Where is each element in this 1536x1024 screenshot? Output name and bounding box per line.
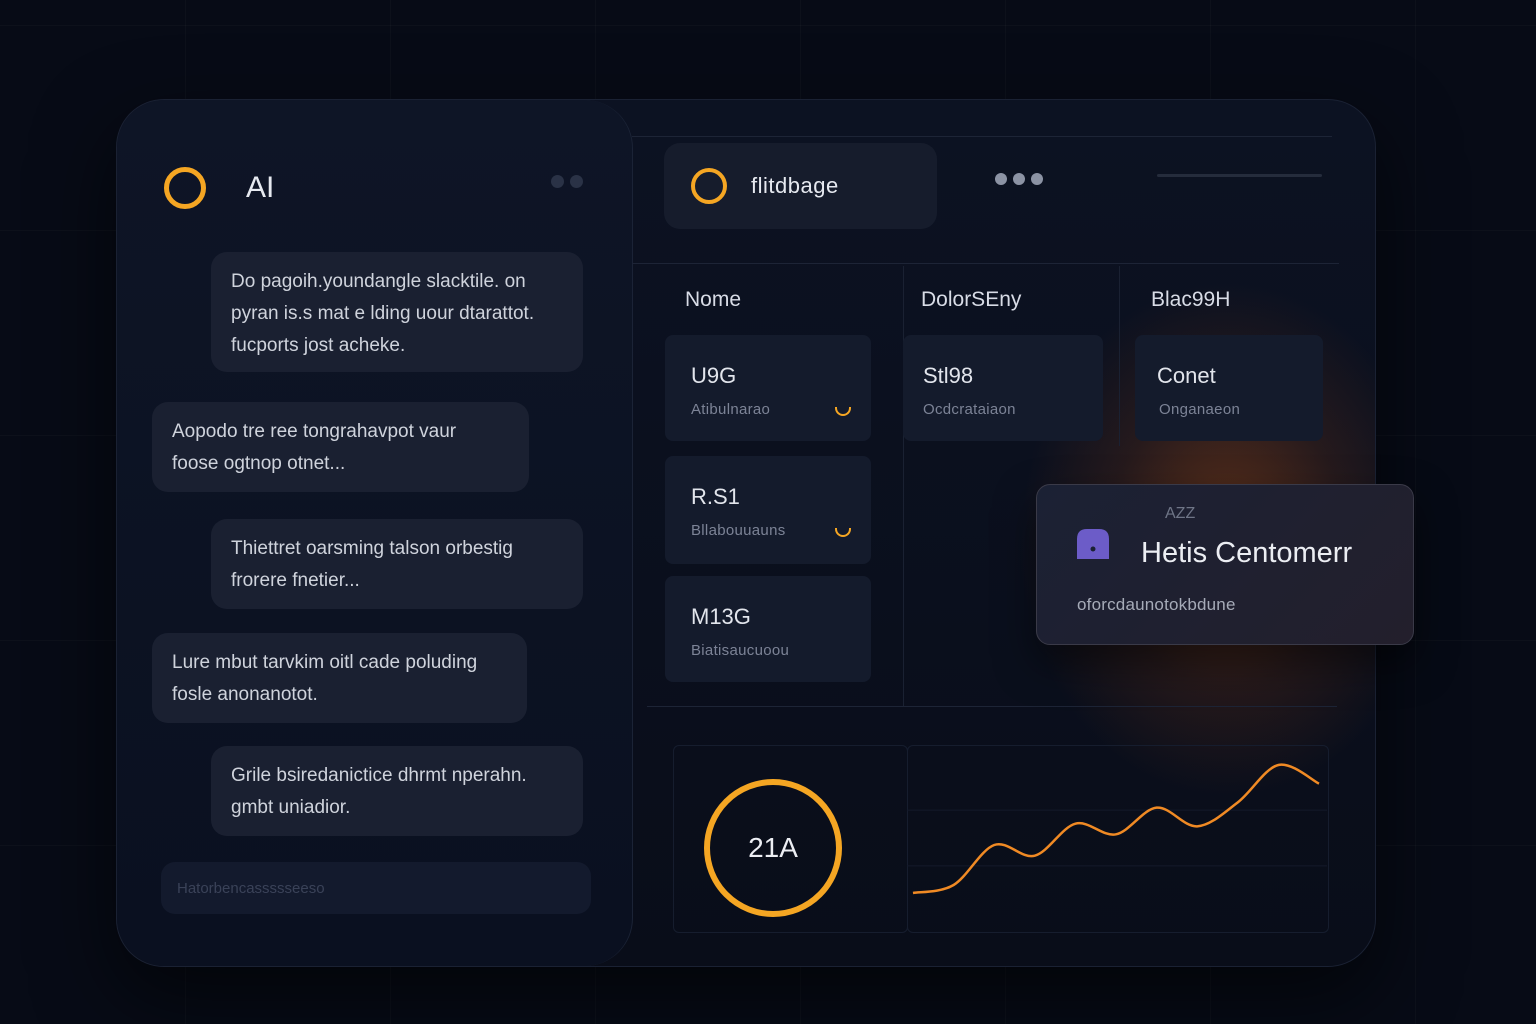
chart-series-line bbox=[912, 763, 1320, 895]
divider bbox=[647, 706, 1337, 707]
card-value: Stl98 bbox=[923, 363, 974, 388]
data-card[interactable]: R.S1 Bllabouuauns bbox=[665, 456, 871, 564]
tab-active[interactable]: flitdbage bbox=[664, 143, 937, 229]
chat-input[interactable]: Hatorbencassssseeso bbox=[161, 862, 591, 914]
popup-header: AZZ bbox=[1165, 505, 1196, 522]
chat-title: AI bbox=[246, 171, 275, 204]
column-header[interactable]: Nome bbox=[685, 288, 741, 312]
divider bbox=[632, 136, 1332, 137]
ring-icon bbox=[691, 168, 727, 204]
divider bbox=[903, 266, 904, 706]
divider bbox=[1119, 266, 1120, 446]
tab-indicator bbox=[1157, 174, 1322, 177]
chat-panel: AI Do pagoih.youndangle slacktile. on py… bbox=[117, 100, 633, 966]
chat-message: Lure mbut tarvkim oitl cade poluding fos… bbox=[152, 633, 527, 723]
line-chart bbox=[907, 763, 1327, 895]
chat-message: Thiettret oarsming talson orbestig frore… bbox=[211, 519, 583, 609]
card-subtitle: Ocdcrataiaon bbox=[923, 401, 1016, 418]
card-subtitle: Biatisaucuoou bbox=[691, 642, 790, 659]
chat-message: Grile bsiredanictice dhrmt nperahn. gmbt… bbox=[211, 746, 583, 836]
column-header[interactable]: DolorSEny bbox=[921, 288, 1021, 312]
data-card[interactable]: Stl98 Ocdcrataiaon bbox=[903, 335, 1103, 441]
card-subtitle: Bllabouuauns bbox=[691, 522, 786, 539]
column-header[interactable]: Blac99H bbox=[1151, 288, 1230, 312]
card-value: R.S1 bbox=[691, 484, 740, 509]
card-subtitle: Onganaeon bbox=[1159, 401, 1241, 418]
popup-subtitle: oforcdaunotokbdune bbox=[1077, 595, 1236, 614]
popup-card[interactable]: AZZ Hetis Centomerr oforcdaunotokbdune bbox=[1036, 484, 1414, 645]
ring-logo-icon bbox=[164, 167, 206, 209]
chat-message: Do pagoih.youndangle slacktile. on pyran… bbox=[211, 252, 583, 372]
status-mark-icon bbox=[835, 407, 851, 416]
metric-value: 21A bbox=[748, 832, 798, 863]
card-subtitle: Atibulnarao bbox=[691, 401, 771, 418]
card-value: Conet bbox=[1157, 363, 1216, 388]
status-mark-icon bbox=[835, 528, 851, 537]
chat-header: AI bbox=[164, 160, 274, 216]
user-icon bbox=[1077, 529, 1109, 559]
data-card[interactable]: U9G Atibulnarao bbox=[665, 335, 871, 441]
data-card[interactable]: M13G Biatisaucuoou bbox=[665, 576, 871, 682]
data-card[interactable]: Conet Onganaeon bbox=[1135, 335, 1323, 441]
card-value: U9G bbox=[691, 363, 737, 388]
more-options-icon[interactable] bbox=[551, 175, 583, 188]
tab-label: flitdbage bbox=[751, 173, 839, 198]
metric-ring: 21A bbox=[704, 779, 842, 917]
more-tabs-icon[interactable] bbox=[995, 173, 1043, 185]
divider bbox=[632, 263, 1339, 264]
popup-title: Hetis Centomerr bbox=[1141, 537, 1353, 569]
card-value: M13G bbox=[691, 604, 751, 629]
chat-message: Aopodo tre ree tongrahavpot vaur foose o… bbox=[152, 402, 529, 492]
